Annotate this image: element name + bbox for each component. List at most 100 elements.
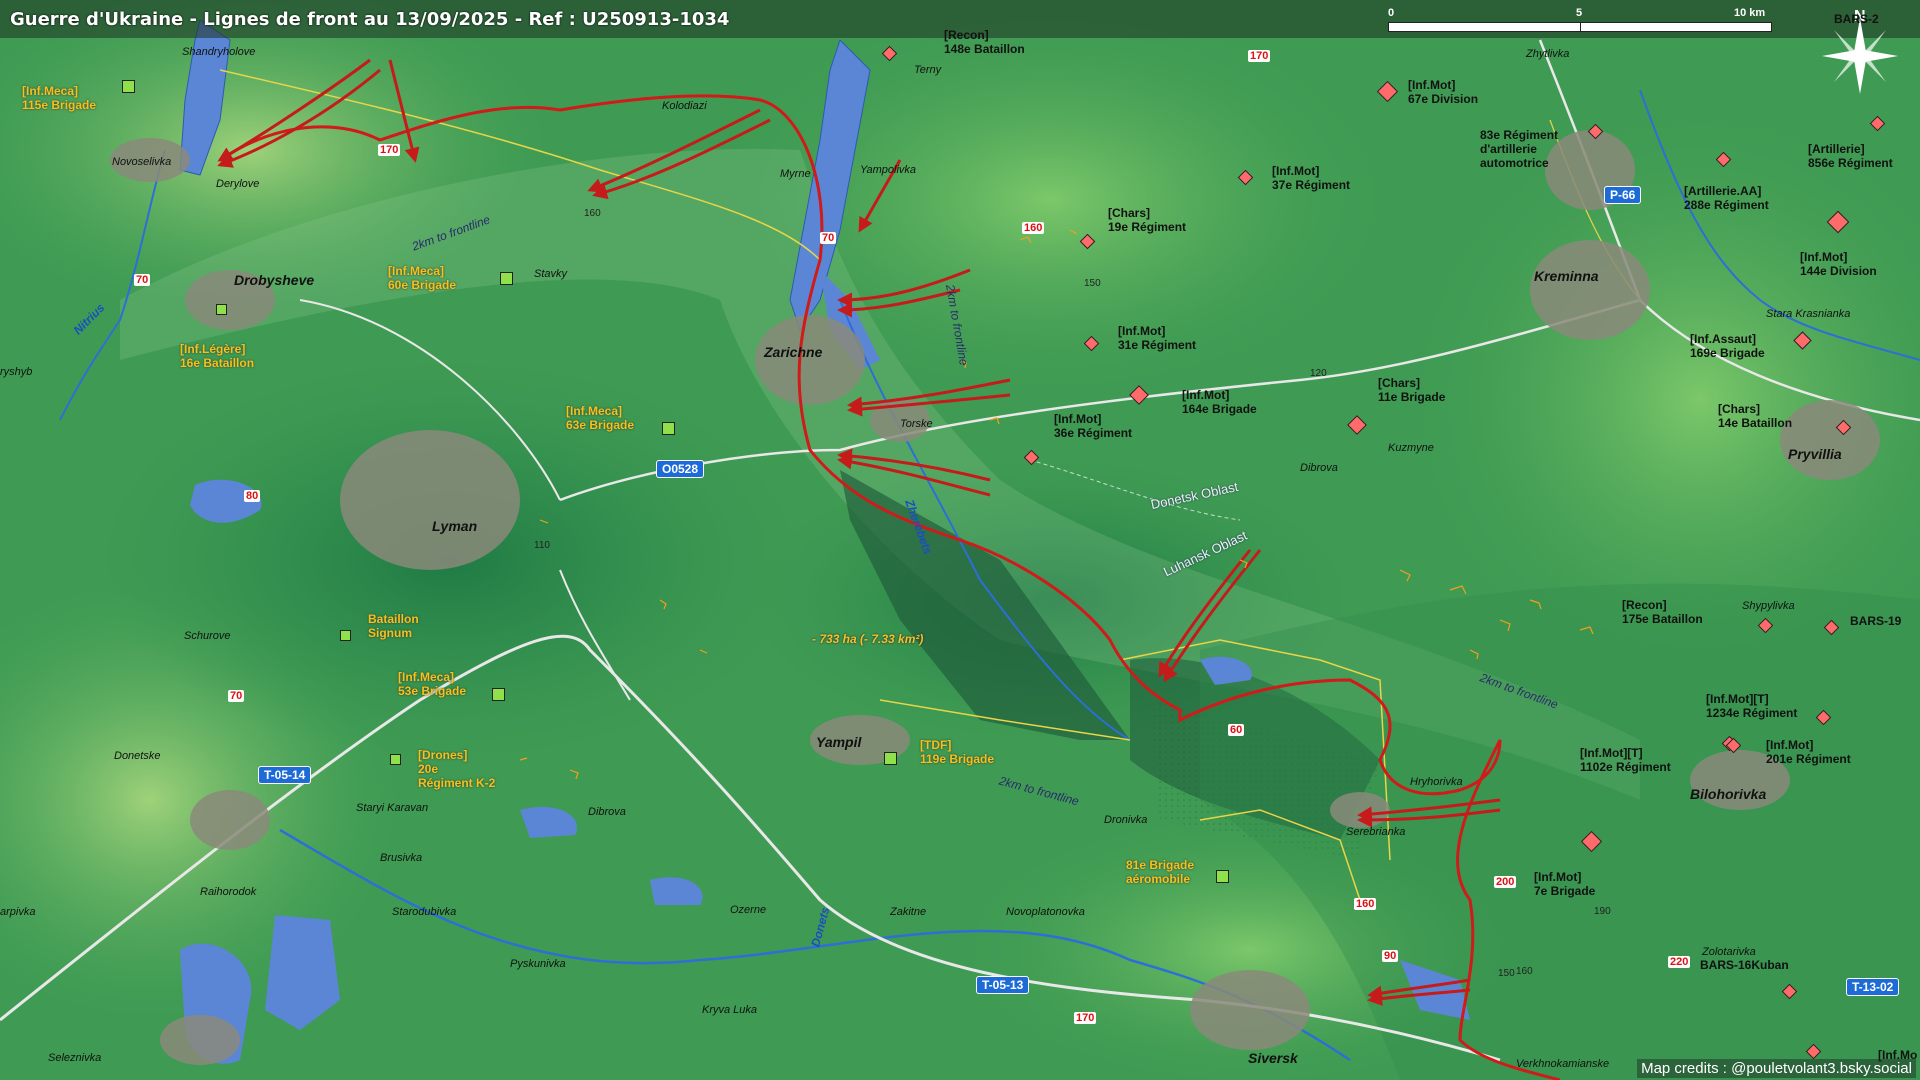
route-num-70b: 70 xyxy=(820,232,837,244)
ua-unit-81-airmobile: 81e Brigade aéromobile xyxy=(1126,858,1195,886)
ru-unit-chars-14: [Chars] 14e Bataillon xyxy=(1718,402,1793,430)
town-siversk: Siversk xyxy=(1248,1050,1298,1066)
ru-unit-art-856: [Artillerie] 856e Régiment xyxy=(1808,142,1893,170)
village-yampolivka: Yampolivka xyxy=(860,164,917,176)
terrain-map xyxy=(0,0,1920,1080)
route-num-70c: 70 xyxy=(228,690,245,702)
route-num-60: 60 xyxy=(1228,724,1245,736)
village-pyskunivka: Pyskunivka xyxy=(510,958,566,970)
route-num-170b: 170 xyxy=(378,144,401,156)
village-dibrova-south: Dibrova xyxy=(588,806,626,818)
ru-unit-assault-169: [Inf.Assaut] 169e Brigade xyxy=(1690,332,1765,360)
village-novoselivka: Novoselivka xyxy=(112,156,172,168)
village-brusivka: Brusivka xyxy=(380,852,423,864)
ua-unit-marker[interactable] xyxy=(340,630,351,641)
village-starodubivka: Starodubivka xyxy=(392,906,457,918)
village-kryva-luka: Kryva Luka xyxy=(702,1004,758,1016)
town-bilohorivka: Bilohorivka xyxy=(1690,786,1767,802)
village-zhytlivka: Zhytlivka xyxy=(1526,48,1570,60)
map-credits: Map credits : @pouletvolant3.bsky.social xyxy=(1637,1059,1916,1078)
elevation-160b: 160 xyxy=(1516,966,1533,977)
contested-area-label: - 733 ha (- 7.33 km²) xyxy=(812,632,924,646)
ua-unit-marker[interactable] xyxy=(216,304,227,315)
ru-unit-bars-16-kuban: BARS-16Kuban xyxy=(1700,958,1789,972)
village-terny: Terny xyxy=(914,64,942,76)
elevation-150: 150 xyxy=(1084,278,1101,289)
ua-unit-marker[interactable] xyxy=(662,422,675,435)
ru-unit-recon-175: [Recon] 175e Bataillon xyxy=(1622,598,1703,626)
map-title: Guerre d'Ukraine - Lignes de front au 13… xyxy=(10,9,730,30)
village-dronivka: Dronivka xyxy=(1104,814,1148,826)
town-pryvillia: Pryvillia xyxy=(1788,446,1842,462)
ru-unit-mot-1234: [Inf.Mot][T] 1234e Régiment xyxy=(1706,692,1798,720)
village-staryi-karavan: Staryi Karavan xyxy=(356,802,429,814)
village-shandryholove: Shandryholove xyxy=(182,46,256,58)
ua-unit-marker[interactable] xyxy=(884,752,897,765)
village-stara-krasnianka: Stara Krasnianka xyxy=(1766,308,1851,320)
ru-unit-aa-288: [Artillerie.AA] 288e Régiment xyxy=(1684,184,1769,212)
ru-unit-mot-144: [Inf.Mot] 144e Division xyxy=(1800,250,1877,278)
scale-label-0: 0 xyxy=(1388,7,1395,19)
ua-unit-60-brigade: [Inf.Meca] 60e Brigade xyxy=(388,264,457,292)
elevation-120: 120 xyxy=(1310,368,1327,379)
ua-unit-tdf-119: [TDF] 119e Brigade xyxy=(920,738,995,766)
village-stavky: Stavky xyxy=(534,268,568,280)
road-shield-o0528: O0528 xyxy=(656,460,705,478)
route-num-90: 90 xyxy=(1382,950,1399,962)
village-hryhorivka: Hryhorivka xyxy=(1410,776,1463,788)
village-kolodiazi: Kolodiazi xyxy=(662,100,707,112)
elevation-110: 110 xyxy=(534,540,550,551)
village-seleznivka: Seleznivka xyxy=(48,1052,102,1064)
elevation-150b: 150 xyxy=(1498,968,1515,979)
ua-unit-115-brigade: [Inf.Meca] 115e Brigade xyxy=(22,84,97,112)
route-num-80: 80 xyxy=(244,490,261,502)
road-shield-t0514: T-05-14 xyxy=(258,766,312,784)
ru-unit-mot-7: [Inf.Mot] 7e Brigade xyxy=(1534,870,1596,898)
ru-unit-bars-2: BARS-2 xyxy=(1834,12,1879,26)
scale-segment-white-2 xyxy=(1580,22,1772,32)
elevation-160: 160 xyxy=(584,208,601,219)
scale-label-10: 10 km xyxy=(1734,7,1766,19)
route-num-200: 200 xyxy=(1494,876,1517,888)
village-ozerne: Ozerne xyxy=(730,904,767,916)
ua-unit-marker[interactable] xyxy=(390,754,401,765)
town-zarichne: Zarichne xyxy=(764,344,823,360)
village-novoplatonovka: Novoplatonovka xyxy=(1006,906,1085,918)
scale-label-5: 5 xyxy=(1576,7,1583,19)
ru-unit-mot-201: [Inf.Mot] 201e Régiment xyxy=(1766,738,1851,766)
ru-unit-chars-19: [Chars] 19e Régiment xyxy=(1108,206,1187,234)
ua-unit-63-brigade: [Inf.Meca] 63e Brigade xyxy=(566,404,635,432)
village-verkhnokamianske: Verkhnokamianske xyxy=(1516,1058,1610,1070)
village-kuzmyne: Kuzmyne xyxy=(1388,442,1434,454)
town-yampil: Yampil xyxy=(816,734,862,750)
route-num-170c: 170 xyxy=(1074,1012,1097,1024)
village-zolotarivka: Zolotarivka xyxy=(1702,946,1756,958)
village-myrne: Myrne xyxy=(780,168,811,180)
village-karpivka: arpivka xyxy=(0,906,36,918)
ru-unit-recon-148: [Recon] 148e Bataillon xyxy=(944,28,1025,56)
route-num-220: 220 xyxy=(1668,956,1691,968)
road-shield-p66: P-66 xyxy=(1604,186,1642,204)
ru-unit-mot-36: [Inf.Mot] 36e Régiment xyxy=(1054,412,1133,440)
road-shield-t0513: T-05-13 xyxy=(976,976,1030,994)
ru-unit-mot-67: [Inf.Mot] 67e Division xyxy=(1408,78,1479,106)
ru-unit-mot-1102: [Inf.Mot][T] 1102e Régiment xyxy=(1580,746,1671,774)
village-dibrova-north: Dibrova xyxy=(1300,462,1338,474)
ru-unit-bars-19: BARS-19 xyxy=(1850,614,1902,628)
ua-unit-53-brigade: [Inf.Meca] 53e Brigade xyxy=(398,670,467,698)
ua-unit-marker[interactable] xyxy=(122,80,135,93)
ru-unit-mot-37: [Inf.Mot] 37e Régiment xyxy=(1272,164,1351,192)
ua-unit-marker[interactable] xyxy=(492,688,505,701)
village-shypylivka: Shypylivka xyxy=(1742,600,1795,612)
route-num-70a: 70 xyxy=(134,274,151,286)
route-num-170a: 170 xyxy=(1248,50,1271,62)
ua-unit-16-battalion: [Inf.Légère] 16e Bataillon xyxy=(180,342,255,370)
village-donetske: Donetske xyxy=(114,750,161,762)
village-zakitne: Zakitne xyxy=(890,906,927,918)
scale-segment-white xyxy=(1388,22,1582,32)
town-drobysheve: Drobysheve xyxy=(234,272,315,288)
ua-unit-marker[interactable] xyxy=(500,272,513,285)
ua-unit-drones-k2: [Drones] 20e Régiment K-2 xyxy=(418,748,496,790)
ua-unit-marker[interactable] xyxy=(1216,870,1229,883)
town-kreminna: Kreminna xyxy=(1534,268,1599,284)
